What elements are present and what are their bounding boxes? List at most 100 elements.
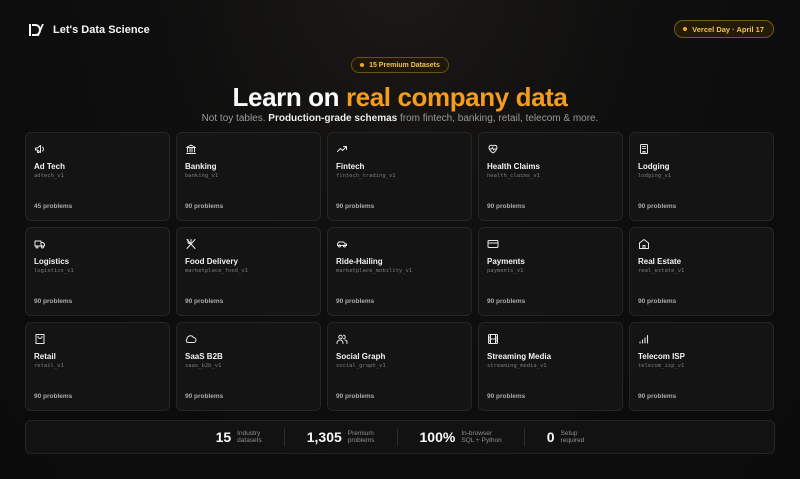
stat-label: In-browser SQL + Python [461, 430, 502, 444]
dataset-title: Fintech [336, 162, 365, 171]
dataset-slug: logistics_v1 [34, 268, 74, 274]
trending-up-icon [336, 143, 348, 155]
dataset-title: Lodging [638, 162, 670, 171]
stat-value: 100% [419, 429, 456, 445]
stat-datasets: 15 Industry datasets [194, 428, 284, 446]
dataset-title: SaaS B2B [185, 352, 223, 361]
subtitle-bold: Production-grade schemas [268, 113, 398, 124]
stats-bar: 15 Industry datasets 1,305 Premium probl… [25, 420, 775, 454]
heart-pulse-icon [487, 143, 499, 155]
problem-count: 90 problems [336, 203, 375, 210]
brand-link[interactable]: Let's Data Science [28, 22, 150, 38]
dataset-card-logistics[interactable]: Logistics logistics_v1 90 problems [25, 227, 170, 316]
dataset-slug: retail_v1 [34, 363, 64, 369]
dataset-card-health-claims[interactable]: Health Claims health_claims_v1 90 proble… [478, 132, 623, 221]
dataset-title: Payments [487, 257, 525, 266]
dataset-slug: telecom_isp_v1 [638, 363, 685, 369]
stat-label: Setup required [560, 430, 585, 444]
stat-problems: 1,305 Premium problems [283, 428, 397, 446]
dataset-card-streaming-media[interactable]: Streaming Media streaming_media_v1 90 pr… [478, 322, 623, 411]
problem-count: 90 problems [487, 298, 526, 305]
problem-count: 90 problems [34, 298, 73, 305]
dataset-card-fintech[interactable]: Fintech fintech_trading_v1 90 problems [327, 132, 472, 221]
megaphone-icon [34, 143, 46, 155]
dataset-card-social-graph[interactable]: Social Graph social_graph_v1 90 problems [327, 322, 472, 411]
dataset-card-real-estate[interactable]: Real Estate real_estate_v1 90 problems [629, 227, 774, 316]
stat-setup: 0 Setup required [523, 428, 607, 446]
dataset-title: Ad Tech [34, 162, 65, 171]
cloud-icon [185, 333, 197, 345]
dataset-slug: real_estate_v1 [638, 268, 685, 274]
shopping-bag-icon [34, 333, 46, 345]
dataset-card-telecom-isp[interactable]: Telecom ISP telecom_isp_v1 90 problems [629, 322, 774, 411]
dataset-slug: health_claims_v1 [487, 173, 540, 179]
dataset-slug: lodging_v1 [638, 173, 672, 179]
dataset-card-ride-hailing[interactable]: Ride-Hailing marketplace_mobility_v1 90 … [327, 227, 472, 316]
headline-accent: real company data [345, 82, 568, 112]
dataset-slug: social_graph_v1 [336, 363, 386, 369]
dataset-title: Logistics [34, 257, 70, 266]
datasets-pill: 15 Premium Datasets [351, 57, 449, 73]
dataset-title: Food Delivery [185, 257, 238, 266]
dataset-slug: marketplace_mobility_v1 [336, 268, 413, 274]
problem-count: 90 problems [185, 393, 224, 400]
car-icon [336, 238, 348, 250]
problem-count: 90 problems [487, 393, 526, 400]
headline-prefix: Learn on [232, 82, 346, 112]
signal-bars-icon [638, 333, 650, 345]
problem-count: 90 problems [185, 298, 224, 305]
subtitle-suffix: from fintech, banking, retail, telecom &… [397, 113, 599, 124]
stat-label: Premium problems [347, 430, 375, 444]
hotel-icon [638, 143, 650, 155]
dataset-slug: payments_v1 [487, 268, 524, 274]
dataset-title: Banking [185, 162, 217, 171]
problem-count: 90 problems [34, 393, 73, 400]
stat-value: 15 [215, 429, 232, 445]
dataset-title: Real Estate [638, 257, 682, 266]
dataset-slug: adtech_v1 [34, 173, 64, 179]
dataset-title: Health Claims [487, 162, 540, 171]
problem-count: 90 problems [638, 203, 677, 210]
dataset-title: Telecom ISP [638, 352, 685, 361]
problem-count: 90 problems [185, 203, 224, 210]
dataset-slug: banking_v1 [185, 173, 219, 179]
credit-card-icon [487, 238, 499, 250]
pill-label: 15 Premium Datasets [369, 61, 440, 69]
dataset-slug: fintech_trading_v1 [336, 173, 396, 179]
film-icon [487, 333, 499, 345]
dataset-slug: marketplace_food_v1 [185, 268, 248, 274]
problem-count: 45 problems [34, 203, 73, 210]
dataset-card-banking[interactable]: Banking banking_v1 90 problems [176, 132, 321, 221]
pill-dot-icon [360, 63, 365, 67]
problem-count: 90 problems [638, 298, 677, 305]
problem-count: 90 problems [336, 298, 375, 305]
dataset-title: Streaming Media [487, 352, 552, 361]
top-bar: Let's Data Science Vercel Day · April 17 [0, 0, 800, 60]
event-badge-label: Vercel Day · April 17 [692, 24, 764, 34]
dataset-card-food-delivery[interactable]: Food Delivery marketplace_food_v1 90 pro… [176, 227, 321, 316]
dataset-slug: saas_b2b_v1 [185, 363, 222, 369]
dataset-card-retail[interactable]: Retail retail_v1 90 problems [25, 322, 170, 411]
badge-dot-icon [683, 27, 688, 31]
event-badge[interactable]: Vercel Day · April 17 [674, 20, 774, 38]
dataset-card-lodging[interactable]: Lodging lodging_v1 90 problems [629, 132, 774, 221]
stat-label: Industry datasets [237, 430, 262, 444]
dataset-card-ad-tech[interactable]: Ad Tech adtech_v1 45 problems [25, 132, 170, 221]
dataset-title: Social Graph [336, 352, 386, 361]
stat-value: 1,305 [306, 429, 342, 445]
problem-count: 90 problems [336, 393, 375, 400]
subtitle-prefix: Not toy tables. [201, 113, 269, 124]
users-icon [336, 333, 348, 345]
dataset-slug: streaming_media_v1 [487, 363, 547, 369]
subtitle: Not toy tables. Production-grade schemas… [0, 113, 800, 124]
problem-count: 90 problems [638, 393, 677, 400]
problem-count: 90 problems [487, 203, 526, 210]
dataset-title: Ride-Hailing [336, 257, 383, 266]
house-icon [638, 238, 650, 250]
utensils-icon [185, 238, 197, 250]
page-title: Learn on real company data [0, 82, 800, 112]
dataset-card-saas-b2b[interactable]: SaaS B2B saas_b2b_v1 90 problems [176, 322, 321, 411]
stat-value: 0 [546, 429, 555, 445]
brand-name: Let's Data Science [53, 24, 150, 36]
dataset-card-payments[interactable]: Payments payments_v1 90 problems [478, 227, 623, 316]
